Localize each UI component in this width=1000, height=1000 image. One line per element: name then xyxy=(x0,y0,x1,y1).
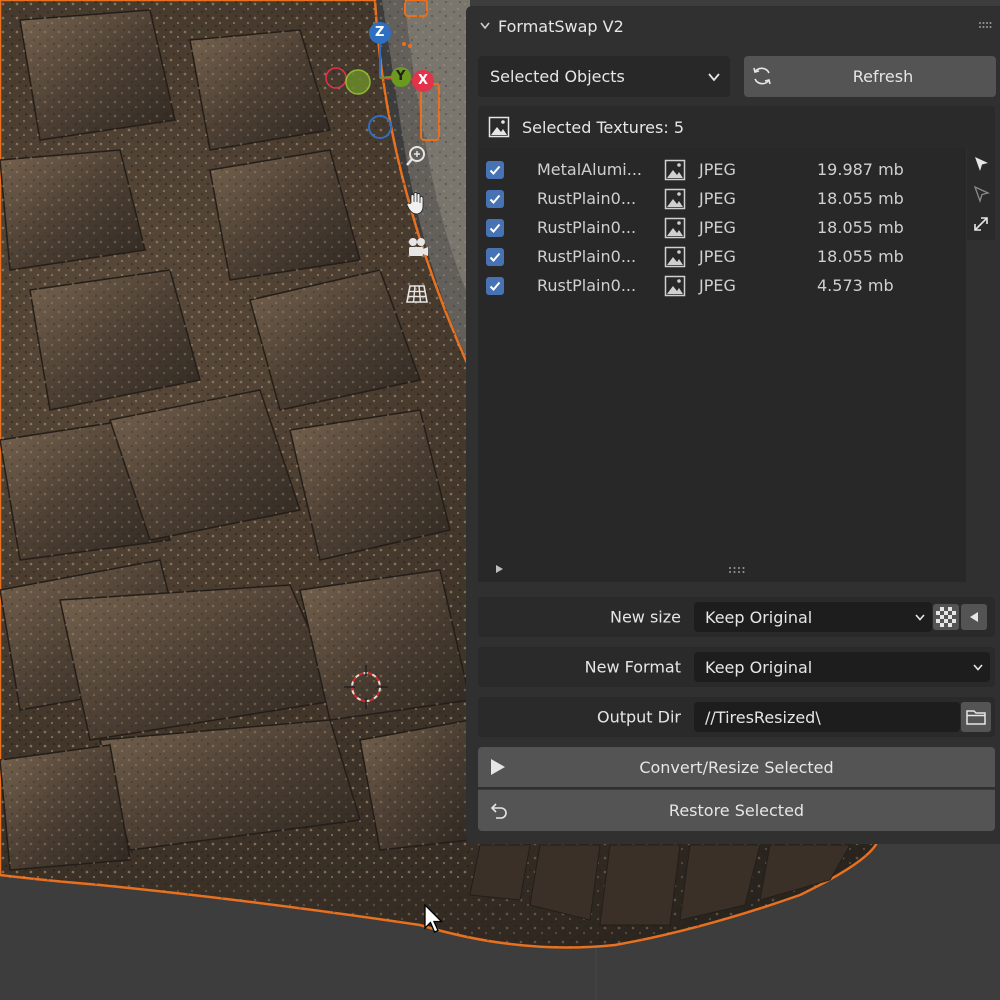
refresh-label: Refresh xyxy=(852,67,914,86)
checkerboard-icon xyxy=(936,607,956,627)
cursor-arrow-icon xyxy=(975,157,988,171)
texture-name: RustPlain0... xyxy=(537,189,637,208)
hand-icon xyxy=(406,192,424,215)
image-icon xyxy=(664,217,686,238)
output-dir-label: Output Dir xyxy=(596,707,681,727)
texture-checkbox[interactable] xyxy=(486,276,504,295)
camera-view-button[interactable] xyxy=(404,235,438,269)
panel-header[interactable]: FormatSwap V2 xyxy=(466,6,1000,46)
invert-selection-button[interactable] xyxy=(967,210,995,238)
deselect-button[interactable] xyxy=(967,180,995,208)
resize-grip-icon[interactable] xyxy=(728,566,746,574)
browse-folder-button[interactable] xyxy=(961,702,991,732)
gizmo-z-label[interactable]: Z xyxy=(375,25,384,40)
image-icon xyxy=(664,246,686,267)
texture-size: 18.055 mb xyxy=(817,218,904,237)
list-side-spacer xyxy=(967,240,995,582)
pan-view-button[interactable] xyxy=(404,190,438,224)
list-item[interactable]: RustPlain0... JPEG 18.055 mb xyxy=(478,213,966,242)
refresh-icon xyxy=(753,67,771,85)
source-dropdown[interactable]: Selected Objects xyxy=(478,56,730,97)
folder-icon xyxy=(966,710,986,725)
image-icon xyxy=(664,159,686,180)
chevron-down-icon xyxy=(915,614,925,621)
chevron-down-icon xyxy=(973,664,983,671)
undo-icon xyxy=(490,802,507,819)
texture-size: 4.573 mb xyxy=(817,276,894,295)
new-format-row: New Format Keep Original xyxy=(478,647,995,687)
drag-grip-icon[interactable] xyxy=(978,20,992,30)
list-side-tools xyxy=(967,148,995,240)
cursor-outline-icon xyxy=(973,185,990,203)
texture-checkbox[interactable] xyxy=(486,247,504,266)
gizmo-y-label[interactable]: Y xyxy=(396,69,405,84)
perspective-toggle-button[interactable] xyxy=(404,281,438,315)
gizmo-x-label[interactable]: X xyxy=(418,73,428,88)
list-item[interactable]: RustPlain0... JPEG 18.055 mb xyxy=(478,184,966,213)
new-format-label: New Format xyxy=(584,657,681,677)
expand-filter-icon[interactable] xyxy=(494,564,504,574)
textures-header: Selected Textures: 5 xyxy=(478,106,995,148)
list-item[interactable]: MetalAlumi... JPEG 19.987 mb xyxy=(478,155,966,184)
checker-preview-button[interactable] xyxy=(933,604,959,630)
formatswap-panel: FormatSwap V2 Selected Objects Refresh S… xyxy=(466,6,1000,844)
refresh-button[interactable]: Refresh xyxy=(744,56,996,97)
chevron-down-icon xyxy=(480,22,490,30)
texture-size: 18.055 mb xyxy=(817,189,904,208)
restore-selected-button[interactable]: Restore Selected xyxy=(478,789,995,831)
texture-list[interactable]: MetalAlumi... JPEG 19.987 mb RustPlain0.… xyxy=(478,148,966,582)
select-all-button[interactable] xyxy=(967,150,995,178)
texture-size: 18.055 mb xyxy=(817,247,904,266)
texture-name: MetalAlumi... xyxy=(537,160,642,179)
checkmark-icon xyxy=(489,194,501,204)
new-format-value: Keep Original xyxy=(705,657,813,677)
swap-arrows-icon xyxy=(974,217,988,231)
texture-format: JPEG xyxy=(699,189,736,208)
grid-perspective-icon xyxy=(406,285,428,303)
restore-selected-label: Restore Selected xyxy=(668,801,805,820)
texture-name: RustPlain0... xyxy=(537,276,637,295)
texture-size: 19.987 mb xyxy=(817,160,904,179)
convert-resize-label: Convert/Resize Selected xyxy=(639,757,834,777)
zoom-icon xyxy=(406,146,425,166)
mouse-pointer-icon xyxy=(424,904,444,933)
output-dir-input[interactable]: //TiresResized\ xyxy=(694,702,960,732)
texture-checkbox[interactable] xyxy=(486,160,504,179)
texture-format: JPEG xyxy=(699,276,736,295)
zoom-view-button[interactable] xyxy=(404,144,438,178)
source-dropdown-value: Selected Objects xyxy=(490,67,625,86)
chevron-down-icon xyxy=(708,72,720,81)
image-icon xyxy=(664,275,686,296)
panel-title: FormatSwap V2 xyxy=(498,16,624,36)
checkmark-icon xyxy=(489,281,501,291)
play-icon xyxy=(491,759,505,775)
texture-name: RustPlain0... xyxy=(537,247,637,266)
triangle-left-icon xyxy=(970,612,978,622)
texture-format: JPEG xyxy=(699,218,736,237)
image-icon xyxy=(664,188,686,209)
texture-format: JPEG xyxy=(699,247,736,266)
new-format-dropdown[interactable]: Keep Original xyxy=(694,652,990,682)
texture-name: RustPlain0... xyxy=(537,218,637,237)
texture-format: JPEG xyxy=(699,160,736,179)
list-item[interactable]: RustPlain0... JPEG 4.573 mb xyxy=(478,271,966,300)
collapse-size-button[interactable] xyxy=(961,604,987,630)
checkmark-icon xyxy=(489,165,501,175)
new-size-dropdown[interactable]: Keep Original xyxy=(694,602,932,632)
convert-resize-button[interactable]: Convert/Resize Selected xyxy=(478,747,995,787)
texture-checkbox[interactable] xyxy=(486,189,504,208)
checkmark-icon xyxy=(489,252,501,262)
new-size-value: Keep Original xyxy=(705,607,813,627)
texture-checkbox[interactable] xyxy=(486,218,504,237)
image-icon xyxy=(488,116,510,138)
checkmark-icon xyxy=(489,223,501,233)
camera-icon xyxy=(409,238,428,256)
new-size-row: New size Keep Original xyxy=(478,597,995,637)
textures-count-label: Selected Textures: 5 xyxy=(522,117,685,137)
output-dir-row: Output Dir //TiresResized\ xyxy=(478,697,995,737)
output-dir-value: //TiresResized\ xyxy=(705,707,821,727)
list-item[interactable]: RustPlain0... JPEG 18.055 mb xyxy=(478,242,966,271)
new-size-label: New size xyxy=(609,607,681,627)
